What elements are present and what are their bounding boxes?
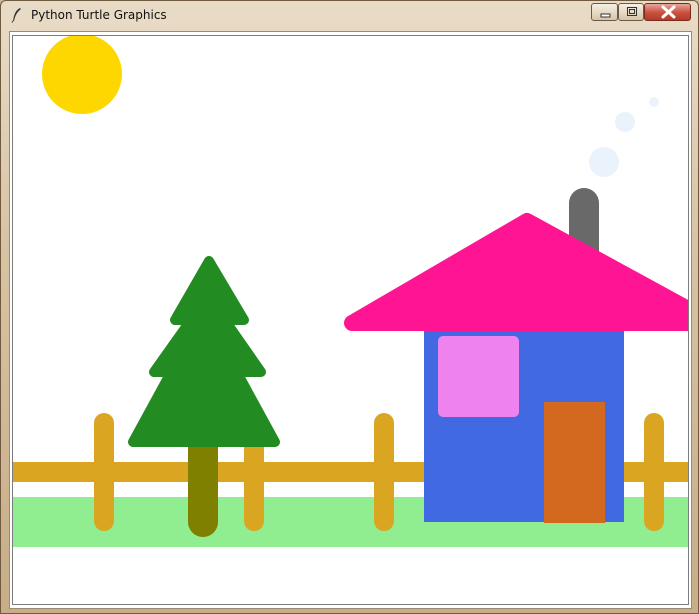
maximize-button[interactable] (618, 3, 644, 21)
house-door (544, 402, 605, 523)
feather-icon (11, 7, 23, 23)
smoke-puff (589, 147, 619, 177)
title-bar[interactable]: Python Turtle Graphics (1, 1, 698, 29)
app-window: Python Turtle Graphics (0, 0, 699, 614)
turtle-canvas[interactable] (13, 36, 688, 604)
close-icon (661, 5, 676, 19)
tree-foliage (128, 256, 280, 447)
smoke-puff (649, 97, 659, 107)
sun (42, 36, 122, 114)
maximize-icon (627, 7, 637, 16)
smoke-puff (615, 112, 635, 132)
roof (344, 213, 688, 331)
minimize-button[interactable] (591, 3, 618, 21)
minimize-icon (600, 13, 611, 18)
fence-post (374, 413, 394, 531)
house-window (438, 336, 519, 417)
window-title: Python Turtle Graphics (31, 8, 167, 22)
close-button[interactable] (644, 3, 691, 21)
fence-post (94, 413, 114, 531)
fence-post (644, 413, 664, 531)
